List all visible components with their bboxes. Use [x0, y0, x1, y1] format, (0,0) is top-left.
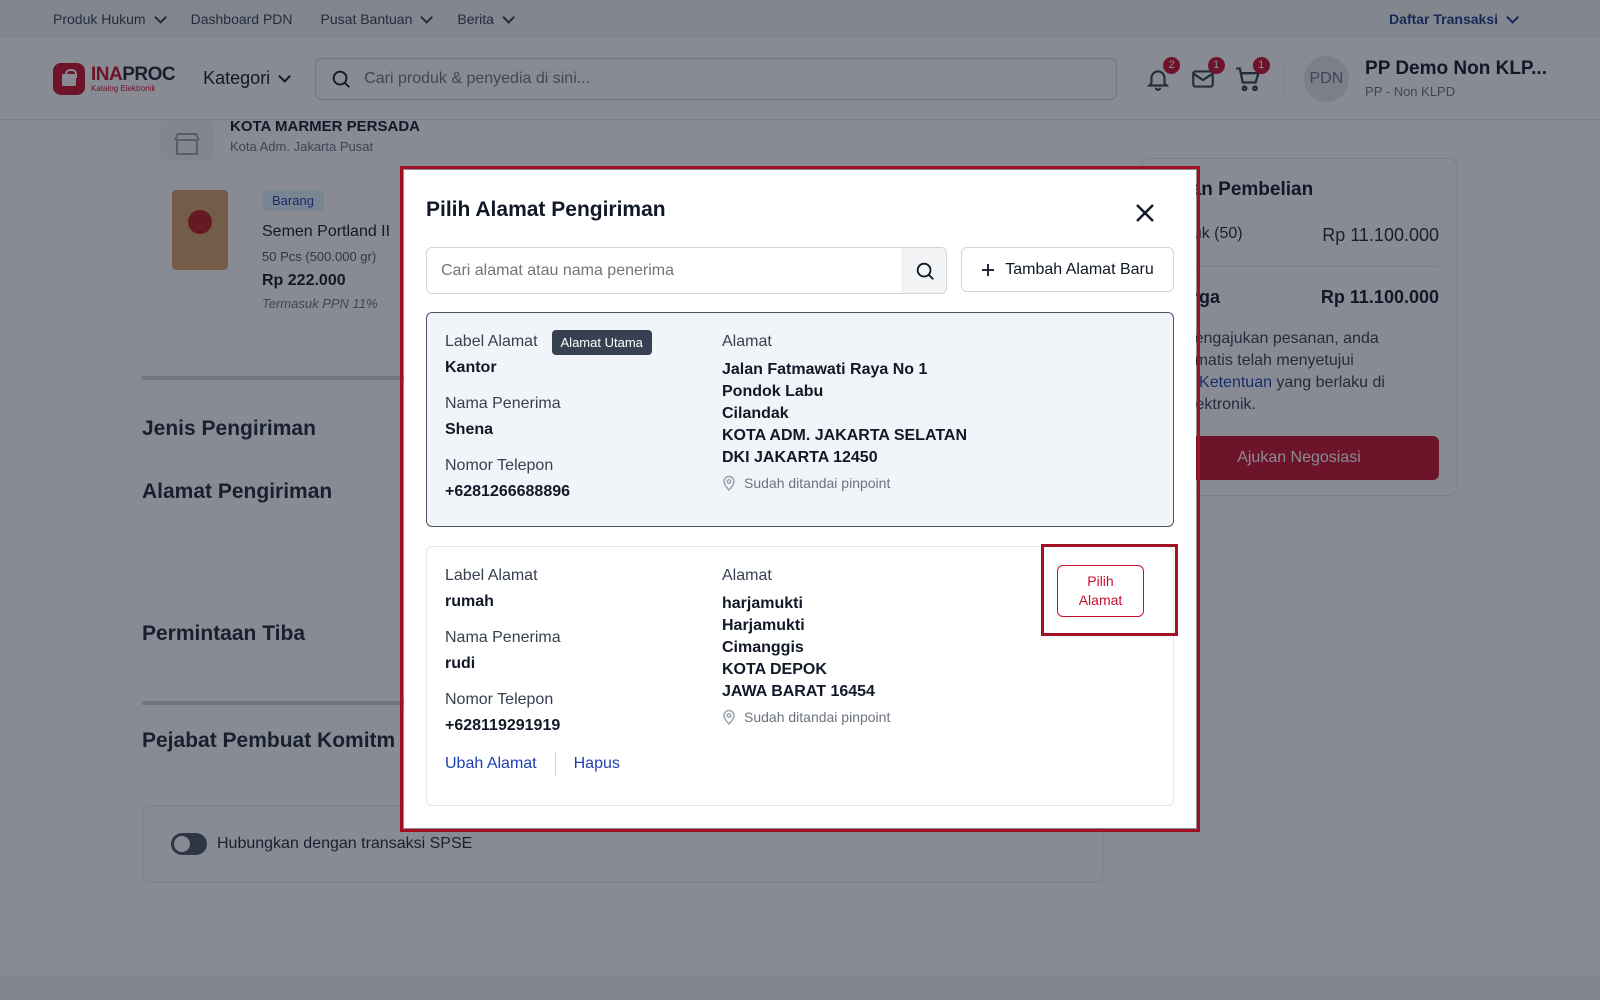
address-card-primary[interactable]: Label Alamat Alamat Utama Kantor Nama Pe…: [426, 312, 1174, 527]
address-picker-modal: Pilih Alamat Pengiriman Tambah Alamat Ba…: [404, 170, 1196, 828]
address-lines: harjamukti Harjamukti Cimanggis KOTA DEP…: [722, 593, 1052, 703]
select-address-label-line1: Pilih: [1087, 573, 1114, 589]
address-line: Harjamukti: [722, 617, 805, 634]
modal-title: Pilih Alamat Pengiriman: [426, 198, 666, 221]
address-line: Pondok Labu: [722, 383, 824, 400]
address-line: harjamukti: [722, 595, 803, 612]
close-button[interactable]: [1134, 202, 1156, 224]
address-meta: Label Alamat rumah Nama Penerima rudi No…: [445, 565, 705, 735]
address-meta: Label Alamat Alamat Utama Kantor Nama Pe…: [445, 329, 705, 501]
label-field-label: Label Alamat: [445, 567, 538, 584]
address-line: KOTA DEPOK: [722, 661, 827, 678]
pinpoint-status: Sudah ditandai pinpoint: [722, 475, 1052, 491]
recipient-value: Shena: [445, 421, 494, 438]
address-line: Cimanggis: [722, 639, 804, 656]
recipient-field-label: Nama Penerima: [445, 395, 561, 412]
address-line: DKI JAKARTA 12450: [722, 449, 878, 466]
phone-value: +6281266688896: [445, 483, 571, 500]
action-divider: [554, 752, 556, 776]
phone-field-label: Nomor Telepon: [445, 457, 554, 474]
plus-icon: [982, 263, 995, 276]
address-field-label: Alamat: [722, 333, 772, 350]
address-actions: Ubah Alamat Hapus: [445, 752, 620, 776]
address-card: Label Alamat rumah Nama Penerima rudi No…: [426, 544, 1178, 806]
map-pin-icon: [723, 709, 735, 725]
close-icon: [1136, 204, 1154, 222]
search-icon: [916, 262, 934, 280]
address-lines: Jalan Fatmawati Raya No 1 Pondok Labu Ci…: [722, 359, 1052, 469]
address-search-button[interactable]: [902, 248, 946, 293]
address-detail: Alamat harjamukti Harjamukti Cimanggis K…: [722, 565, 1052, 725]
address-search-bar: [426, 247, 947, 294]
label-field-text: Label Alamat: [445, 333, 538, 350]
recipient-field-label: Nama Penerima: [445, 629, 561, 646]
phone-value: +628119291919: [445, 717, 561, 734]
pinpoint-text: Sudah ditandai pinpoint: [744, 475, 891, 491]
edit-address-link[interactable]: Ubah Alamat: [445, 755, 537, 773]
map-pin-icon: [723, 475, 735, 491]
phone-field-label: Nomor Telepon: [445, 691, 554, 708]
label-field-label: Label Alamat Alamat Utama: [445, 329, 705, 355]
delete-address-link[interactable]: Hapus: [574, 755, 620, 773]
address-search-input[interactable]: [427, 248, 902, 293]
address-line: KOTA ADM. JAKARTA SELATAN: [722, 427, 968, 444]
address-field-label: Alamat: [722, 567, 772, 584]
address-line: JAWA BARAT 16454: [722, 683, 875, 700]
address-label-value: Kantor: [445, 359, 497, 376]
select-address-label-line2: Alamat: [1078, 592, 1123, 608]
address-line: Cilandak: [722, 405, 789, 422]
primary-address-badge: Alamat Utama: [551, 329, 652, 355]
select-address-button[interactable]: Pilih Alamat: [1057, 565, 1144, 617]
add-new-address-label: Tambah Alamat Baru: [1005, 260, 1154, 278]
pinpoint-text: Sudah ditandai pinpoint: [744, 709, 891, 725]
select-address-label: Pilih Alamat: [1079, 572, 1123, 610]
address-label-value: rumah: [445, 593, 494, 610]
recipient-value: rudi: [445, 655, 476, 672]
pinpoint-status: Sudah ditandai pinpoint: [722, 709, 1052, 725]
address-line: Jalan Fatmawati Raya No 1: [722, 361, 928, 378]
address-detail: Alamat Jalan Fatmawati Raya No 1 Pondok …: [722, 331, 1052, 491]
add-new-address-button[interactable]: Tambah Alamat Baru: [961, 247, 1174, 292]
